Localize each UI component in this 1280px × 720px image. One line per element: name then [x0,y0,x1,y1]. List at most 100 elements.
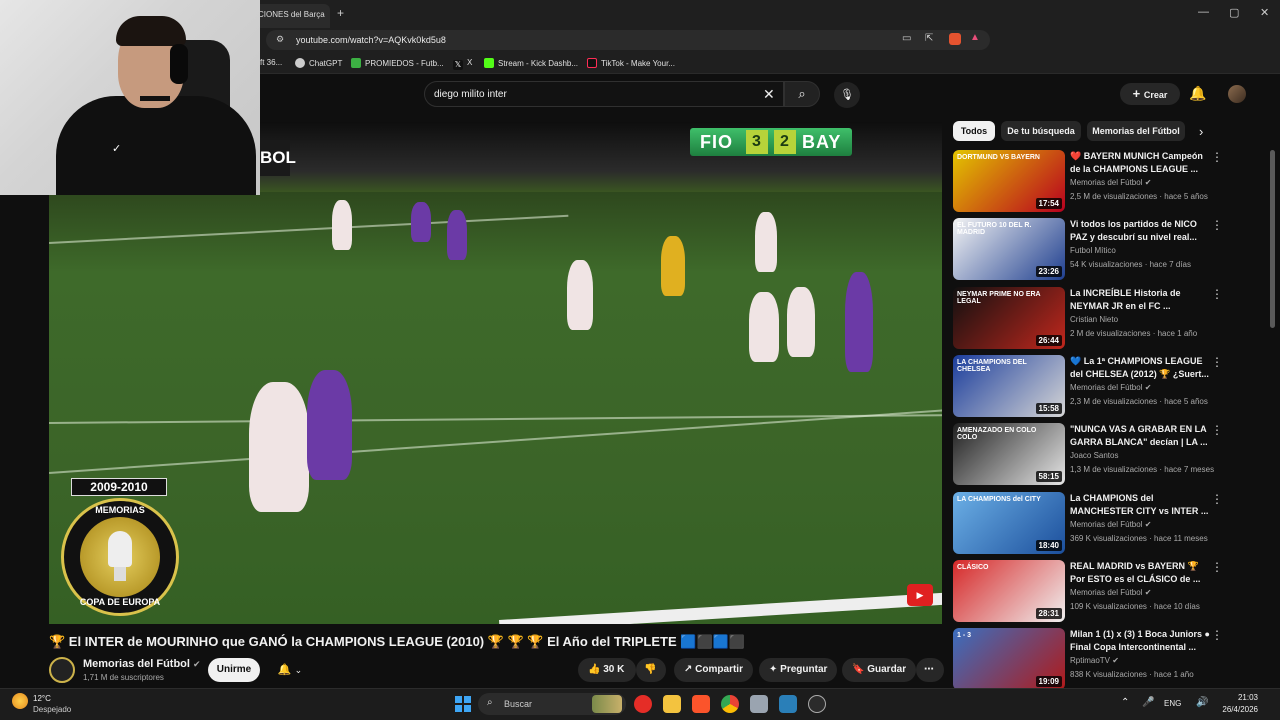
recommendation-item[interactable]: CLÁSICO 28:31 REAL MADRID vs BAYERN 🏆 Por … [953,559,1273,624]
video-thumbnail[interactable]: AMENAZADO EN COLO COLO 58:15 [953,423,1065,486]
share-button[interactable]: ↗ Compartir [674,658,753,682]
video-thumbnail[interactable]: EL FUTURO 10 DEL R. MADRID 23:26 [953,218,1065,281]
more-options-icon[interactable]: ⋮ [1211,287,1223,301]
recommendation-channel[interactable]: Memorias del Fútbol ✔ [1070,383,1151,392]
cast-icon[interactable]: ▭ [902,33,911,44]
bookmark-item[interactable]: TikTok - Make Your... [587,58,675,68]
recommendation-channel[interactable]: Futbol Mítico [1070,246,1116,255]
bookmark-item[interactable]: PROMIEDOS - Futb... [351,58,444,68]
recommendation-title[interactable]: La INCREÍBLE Historia de NEYMAR JR en el… [1070,287,1210,313]
weather-temperature[interactable]: 12°C [33,694,51,703]
recommendation-channel[interactable]: Memorias del Fútbol ✔ [1070,178,1151,187]
search-input-value[interactable]: diego milito inter [434,89,507,100]
like-button[interactable]: 👍 30 K [578,658,636,682]
brave-shield-icon[interactable] [949,33,961,45]
recommendation-item[interactable]: LA CHAMPIONS del CITY 18:40 La CHAMPIONS d… [953,491,1273,556]
recommendation-channel[interactable]: Joaco Santos [1070,451,1118,460]
network-app-icon[interactable] [779,695,797,713]
join-button[interactable]: Unirme [208,658,260,682]
clock-date[interactable]: 26/4/2026 [1220,705,1258,714]
printer-app-icon[interactable] [750,695,768,713]
browser-tab[interactable]: CIONES del Barça [250,4,330,28]
user-avatar[interactable] [1228,85,1246,103]
input-language[interactable]: ENG [1164,699,1181,708]
recommendation-title[interactable]: La CHAMPIONS del MANCHESTER CITY vs INTE… [1070,492,1210,518]
close-window-button[interactable]: ✕ [1260,6,1269,19]
weather-sun-icon[interactable] [12,693,28,709]
volume-tray-icon[interactable]: 🔊 [1196,697,1208,708]
file-explorer-icon[interactable] [663,695,681,713]
recommendation-item[interactable]: AMENAZADO EN COLO COLO 58:15 "NUNCA VAS A … [953,423,1273,487]
hidden-icons-chevron-icon[interactable]: ⌃ [1121,697,1129,708]
channel-name[interactable]: Memorias del Fútbol ✔ [83,658,201,670]
sidebar-scrollbar[interactable] [1270,150,1275,328]
save-button[interactable]: 🔖 Guardar [842,658,917,682]
clear-search-icon[interactable]: ✕ [763,86,775,103]
chrome-icon[interactable] [721,695,739,713]
more-options-icon[interactable]: ⋮ [1211,423,1223,437]
weather-condition[interactable]: Despejado [33,705,71,714]
bookmark-item[interactable]: Stream - Kick Dashb... [484,58,578,68]
recommendation-title[interactable]: 💙 La 1ª CHAMPIONS LEAGUE del CHELSEA (20… [1070,355,1210,381]
video-player[interactable]: FIO 3 2 BAY 2009-2010 MEMORIAS COPA DE E… [49,122,942,624]
video-thumbnail[interactable]: 1 - 3 19:09 [953,628,1065,691]
video-thumbnail[interactable]: LA CHAMPIONS del CITY 18:40 [953,491,1065,554]
mic-tray-icon[interactable]: 🎤 [1142,697,1154,708]
ask-button[interactable]: ✦ Preguntar [759,658,838,682]
subscribe-watermark-icon[interactable]: ▶ [907,584,933,606]
more-options-icon[interactable]: ⋮ [1211,150,1223,164]
channel-avatar[interactable] [49,657,75,683]
recommendation-item[interactable]: EL FUTURO 10 DEL R. MADRID 23:26 Vi todos … [953,218,1273,282]
more-options-icon[interactable]: ⋮ [1211,560,1223,574]
share-page-icon[interactable]: ⇱ [925,33,933,44]
recommendation-title[interactable]: Vi todos los partidos de NICO PAZ y desc… [1070,218,1210,244]
more-actions-button[interactable]: ⋯ [916,658,944,682]
clock-time[interactable]: 21:03 [1220,693,1258,702]
chevron-right-icon[interactable]: › [1199,124,1203,139]
video-thumbnail[interactable]: NEYMAR PRIME NO ERA LEGAL 26:44 [953,286,1065,349]
recommendation-title[interactable]: "NUNCA VAS A GRABAR EN LA GARRA BLANCA" … [1070,423,1210,449]
youtube-music-icon[interactable] [634,695,652,713]
new-tab-button[interactable]: + [337,6,344,20]
more-options-icon[interactable]: ⋮ [1211,218,1223,232]
brave-rewards-icon[interactable]: ▲ [970,32,980,43]
video-thumbnail[interactable]: LA CHAMPIONS DEL CHELSEA 15:58 [953,354,1065,417]
recommendation-title[interactable]: Milan 1 (1) x (3) 1 Boca Juniors ● Final… [1070,628,1210,654]
chip-todos[interactable]: Todos [953,121,995,141]
minimize-button[interactable]: — [1198,6,1209,18]
more-options-icon[interactable]: ⋮ [1211,492,1223,506]
recommendation-item[interactable]: LA CHAMPIONS DEL CHELSEA 15:58 💙 La 1ª CHA… [953,354,1273,419]
recommendation-title[interactable]: REAL MADRID vs BAYERN 🏆 Por ESTO es el C… [1070,560,1210,586]
recommendation-channel[interactable]: Memorias del Fútbol ✔ [1070,520,1151,529]
bookmark-item[interactable]: 𝕏X [453,58,472,70]
bookmark-item[interactable]: ft 36... [260,58,282,67]
chip-de-tu-busqueda[interactable]: De tu búsqueda [1001,121,1081,141]
video-thumbnail[interactable]: DORTMUND VS BAYERN 17:54 [953,150,1065,212]
url-text[interactable]: youtube.com/watch?v=AQKvk0kd5u8 [296,35,446,45]
create-button[interactable]: + Crear [1120,83,1180,105]
notification-settings-button[interactable]: 🔔 ⌄ [268,658,312,682]
taskbar-search-placeholder[interactable]: Buscar [504,699,532,709]
more-options-icon[interactable]: ⋮ [1211,355,1223,369]
recommendation-item[interactable]: DORTMUND VS BAYERN 17:54 ❤️ BAYERN MUNICH … [953,150,1273,214]
site-settings-icon[interactable]: ⚙ [276,34,284,45]
chip-memorias-del-futbol[interactable]: Memorias del Fútbol [1087,121,1185,141]
recommendation-channel[interactable]: Memorias del Fútbol ✔ [1070,588,1151,597]
recommendation-channel[interactable]: Cristian Nieto [1070,315,1118,324]
maximize-button[interactable]: ▢ [1229,6,1239,19]
recommendation-title[interactable]: ❤️ BAYERN MUNICH Campeón de la CHAMPIONS… [1070,150,1210,176]
recommendation-item[interactable]: NEYMAR PRIME NO ERA LEGAL 26:44 La INCREÍB… [953,286,1273,351]
bookmark-item[interactable]: ChatGPT [295,58,342,68]
recommendation-channel[interactable]: RptimaoTV ✔ [1070,656,1119,665]
dislike-button[interactable]: 👎 [636,658,666,682]
more-options-icon[interactable]: ⋮ [1211,628,1223,642]
video-thumbnail[interactable]: CLÁSICO 28:31 [953,559,1065,622]
voice-search-button[interactable]: 🎙 [834,82,860,108]
notifications-bell-icon[interactable]: 🔔 [1189,85,1206,102]
windows-start-icon[interactable] [455,696,471,712]
taskbar-widget-icon[interactable] [592,695,622,713]
brave-browser-icon[interactable] [692,695,710,713]
recommendation-item[interactable]: 1 - 3 19:09 Milan 1 (1) x (3) 1 Boca Junio… [953,628,1273,692]
steam-icon[interactable] [808,695,826,713]
search-button[interactable]: ⌕ [784,81,820,107]
